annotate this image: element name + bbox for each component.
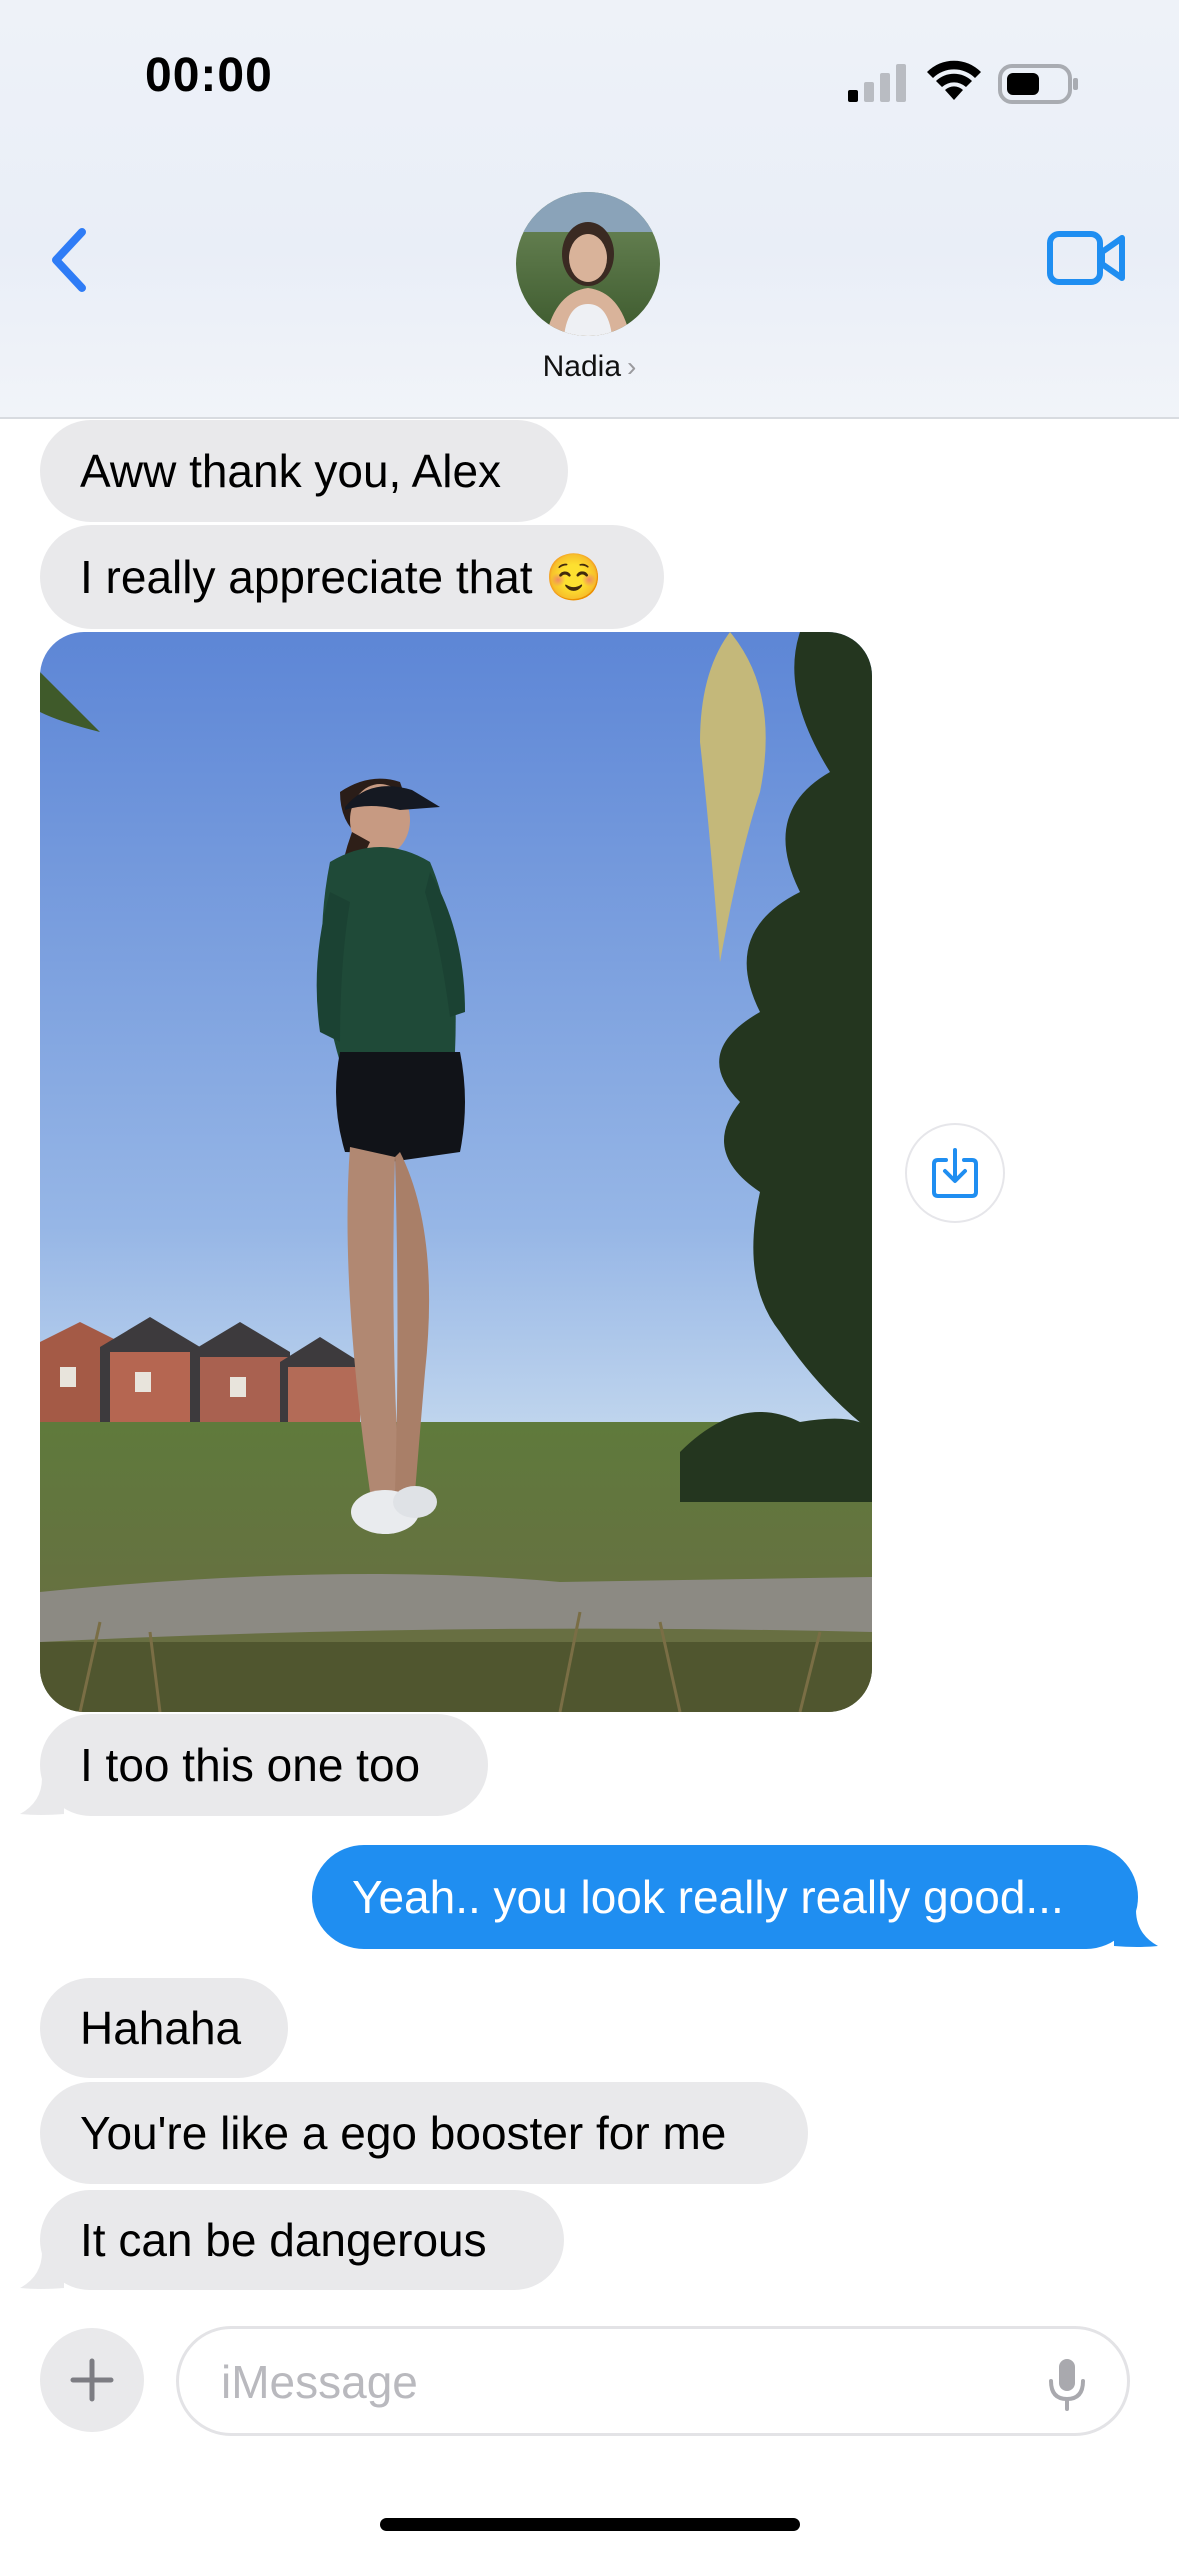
message-bubble-received[interactable]: I too this one too [40, 1714, 488, 1816]
back-button[interactable] [40, 220, 100, 300]
add-attachment-button[interactable] [40, 2328, 144, 2432]
home-indicator[interactable] [380, 2518, 800, 2531]
message-photo[interactable] [40, 632, 872, 1712]
bubble-tail [20, 1778, 64, 1815]
message-bubble-sent[interactable]: Yeah.. you look really really good... [312, 1845, 1138, 1949]
conversation-header: 00:00 Nadia › [0, 0, 1179, 419]
video-camera-icon[interactable] [1046, 228, 1126, 288]
message-bubble-received[interactable]: Hahaha [40, 1978, 288, 2078]
signal-icon [848, 64, 906, 102]
message-text: Hahaha [80, 2002, 242, 2054]
chevron-right-icon: › [627, 351, 637, 382]
message-text: I really appreciate that ☺️ [80, 551, 603, 603]
bubble-tail [20, 2252, 64, 2289]
contact-name[interactable]: Nadia › [0, 350, 1179, 384]
plus-icon [70, 2358, 114, 2402]
message-bubble-received[interactable]: Aww thank you, Alex [40, 420, 568, 522]
contact-avatar[interactable] [516, 192, 660, 336]
message-text: You're like a ego booster for me [80, 2107, 727, 2159]
message-text: It can be dangerous [80, 2214, 487, 2266]
message-text: Aww thank you, Alex [80, 445, 502, 497]
status-time: 00:00 [145, 49, 273, 102]
contact-name-label: Nadia [542, 350, 622, 383]
message-bubble-received[interactable]: You're like a ego booster for me [40, 2082, 808, 2184]
message-text: I too this one too [80, 1739, 421, 1791]
message-text: Yeah.. you look really really good... [352, 1871, 1064, 1923]
save-download-icon [932, 1148, 978, 1198]
bubble-tail [1114, 1910, 1158, 1947]
battery-icon [998, 64, 1078, 104]
message-bubble-received[interactable]: I really appreciate that ☺️ [40, 525, 664, 629]
message-input[interactable] [219, 2329, 1003, 2435]
wifi-icon [927, 60, 981, 100]
microphone-icon[interactable] [1047, 2357, 1087, 2413]
message-bubble-received[interactable]: It can be dangerous [40, 2190, 564, 2290]
message-input-container[interactable] [176, 2326, 1130, 2436]
save-photo-button[interactable] [905, 1123, 1005, 1223]
